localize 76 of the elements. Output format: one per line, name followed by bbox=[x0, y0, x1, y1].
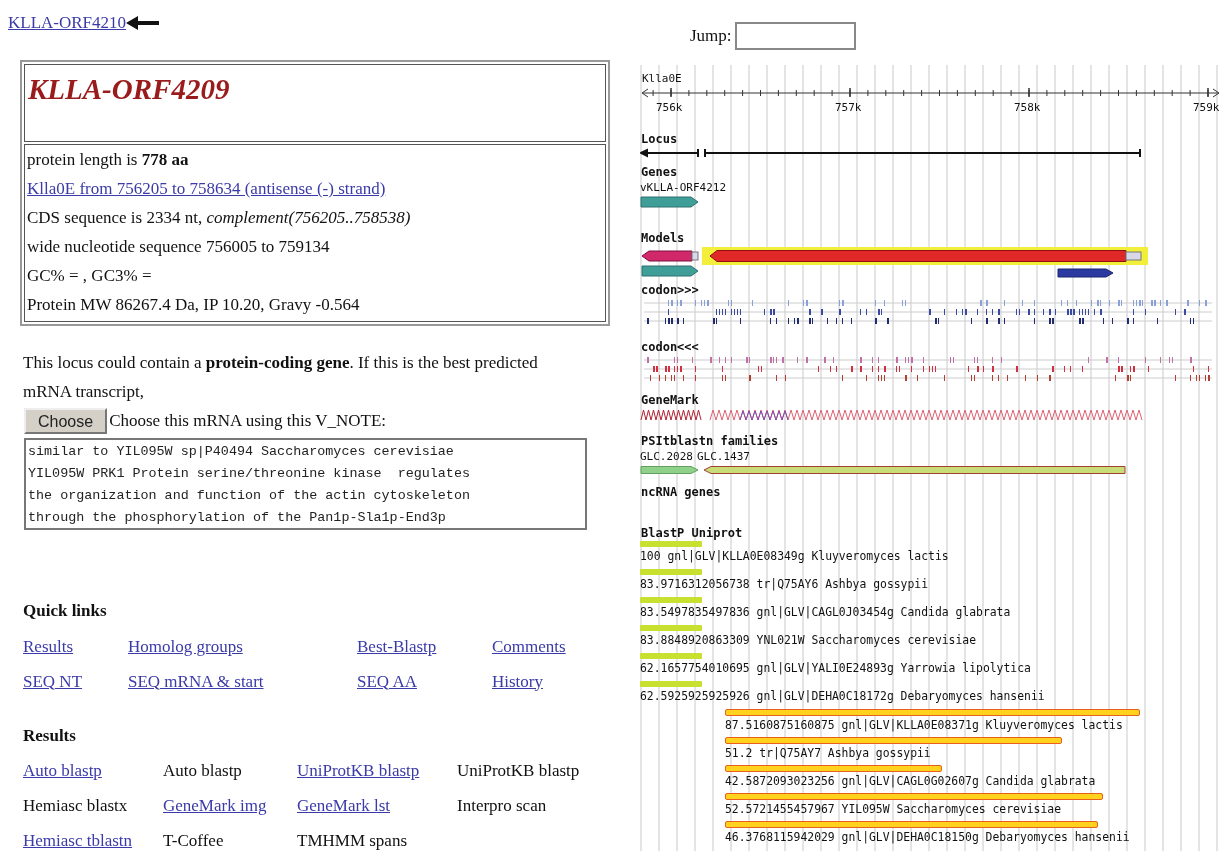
gene-model-arrow bbox=[641, 250, 699, 262]
hit-label: 100 gnl|GLV|KLLA0E08349g Kluyveromyces lactis bbox=[640, 549, 949, 563]
tick-label: 757k bbox=[835, 100, 862, 116]
nav-link[interactable]: KLLA-ORF4210 bbox=[8, 10, 127, 36]
gene-model-arrow bbox=[641, 265, 699, 277]
tick-label: 759k bbox=[1193, 100, 1220, 116]
family-label: GLC.2028 bbox=[640, 449, 693, 464]
result-text: T-Coffee bbox=[163, 831, 224, 850]
hit-bar bbox=[640, 597, 702, 603]
jump-label: Jump: bbox=[690, 25, 732, 48]
left-arrow-icon bbox=[126, 16, 161, 30]
choose-button[interactable]: Choose bbox=[24, 408, 108, 434]
result-text: UniProtKB blastp bbox=[457, 761, 580, 780]
jump-field[interactable] bbox=[734, 22, 856, 50]
hit-label: 46.3768115942029 gnl|GLV|DEHA0C18150g Debaryomyces hansenii bbox=[725, 830, 1130, 844]
track-title: GeneMark bbox=[641, 393, 699, 407]
quick-link[interactable]: GeneMark img bbox=[163, 796, 267, 815]
quick-link[interactable]: UniProtKB blastp bbox=[297, 761, 420, 780]
location-link[interactable]: Klla0E from 756205 to 758634 (antisense (-) strand) bbox=[27, 179, 386, 198]
family-label: GLC.1437 bbox=[697, 449, 750, 464]
hit-label: 87.5160875160875 gnl|GLV|KLLA0E08371g Kluyveromyces lactis bbox=[725, 718, 1123, 732]
quick-link[interactable]: Best-Blastp bbox=[357, 636, 437, 656]
hit-label: 52.5721455457967 YIL095W Saccharomyces cerevisiae bbox=[725, 802, 1062, 816]
hit-label: 62.5925925925926 gnl|GLV|DEHA0C18172g Debaryomyces hansenii bbox=[640, 689, 1045, 703]
quick-link[interactable]: Auto blastp bbox=[23, 761, 102, 780]
quick-link[interactable]: Homolog groups bbox=[128, 636, 243, 656]
gene-arrow bbox=[640, 196, 699, 208]
hit-bar bbox=[640, 625, 702, 631]
choose-label: Choose this mRNA using this V_NOTE: bbox=[109, 410, 387, 433]
quick-link[interactable]: Hemiasc tblastn bbox=[23, 831, 133, 850]
info-text: CDS sequence is 2334 nt, complement(756205..758538) bbox=[27, 208, 411, 227]
tick-label: 756k bbox=[656, 100, 683, 116]
gene-label: vKLLA-ORF4212 bbox=[640, 181, 727, 194]
hit-label: 42.5872093023256 gnl|GLV|CAGL0G02607g Candida glabrata bbox=[725, 774, 1096, 788]
note-field[interactable]: similar to YIL095W sp|P40494 Saccharomyces cerevisiae YIL095W PRK1 Protein serine/threonine kinase regulates the organization and function of the actin cytoskeleton through the phosphorylation of the Pan1p-Sla1p-End3p bbox=[24, 438, 587, 530]
hit-bar bbox=[640, 681, 702, 687]
gene-model-arrow bbox=[1057, 268, 1114, 278]
hit-label: 51.2 tr|Q75AY7 Ashbya gossypii bbox=[725, 746, 931, 760]
hit-bar bbox=[640, 541, 702, 547]
quick-link[interactable]: Comments bbox=[492, 636, 566, 656]
quick-link[interactable]: SEQ AA bbox=[357, 671, 417, 691]
info-text: wide nucleotide sequence 756005 to 759134 bbox=[27, 237, 330, 256]
quick-link[interactable]: GeneMark lst bbox=[297, 796, 390, 815]
section-heading: Results bbox=[23, 724, 77, 747]
track-title: Locus bbox=[641, 132, 678, 146]
result-text: TMHMM spans bbox=[297, 831, 408, 850]
tick-label: 758k bbox=[1014, 100, 1041, 116]
info-text: Protein MW 86267.4 Da, IP 10.20, Gravy -0.564 bbox=[27, 295, 360, 314]
track-title: codon>>> bbox=[641, 283, 699, 297]
section-heading: Quick links bbox=[23, 600, 108, 622]
info-text: protein length is 778 aa bbox=[27, 150, 189, 169]
quick-link[interactable]: SEQ NT bbox=[23, 671, 83, 691]
result-text: Auto blastp bbox=[163, 761, 242, 780]
chromosome-label: Klla0E bbox=[642, 72, 682, 85]
hit-bar bbox=[640, 653, 702, 659]
quick-link[interactable]: Results bbox=[23, 636, 74, 656]
hit-label: 83.8848920863309 YNL021W Saccharomyces cerevisiae bbox=[640, 633, 977, 647]
family-arrow bbox=[640, 466, 699, 474]
track-title: BlastP Uniprot bbox=[641, 526, 743, 540]
track-title: ncRNA genes bbox=[641, 485, 721, 499]
description-text: This locus could contain a protein-coding gene. If this is the best predicted mRNA transcript, bbox=[23, 352, 539, 403]
quick-link[interactable]: History bbox=[492, 671, 543, 691]
hit-label: 62.1657754010695 gnl|GLV|YALI0E24893g Yarrowia lipolytica bbox=[640, 661, 1031, 675]
track-title: Genes bbox=[641, 165, 678, 179]
result-text: Hemiasc blastx bbox=[23, 796, 128, 815]
result-text: Interpro scan bbox=[457, 796, 547, 815]
hit-bar bbox=[640, 569, 702, 575]
gene-title: KLLA-ORF4209 bbox=[28, 72, 230, 107]
quick-link[interactable]: SEQ mRNA & start bbox=[128, 671, 264, 691]
track-title: codon<<< bbox=[641, 340, 699, 354]
track-title: PSItblastn families bbox=[641, 434, 779, 448]
track-title: Models bbox=[641, 231, 685, 245]
locus-line bbox=[640, 148, 699, 158]
hit-label: 83.5497835497836 gnl|GLV|CAGL0J03454g Candida glabrata bbox=[640, 605, 1011, 619]
hit-label: 83.9716312056738 tr|Q75AY6 Ashbya gossypii bbox=[640, 577, 929, 591]
info-text: GC% = , GC3% = bbox=[27, 266, 152, 285]
